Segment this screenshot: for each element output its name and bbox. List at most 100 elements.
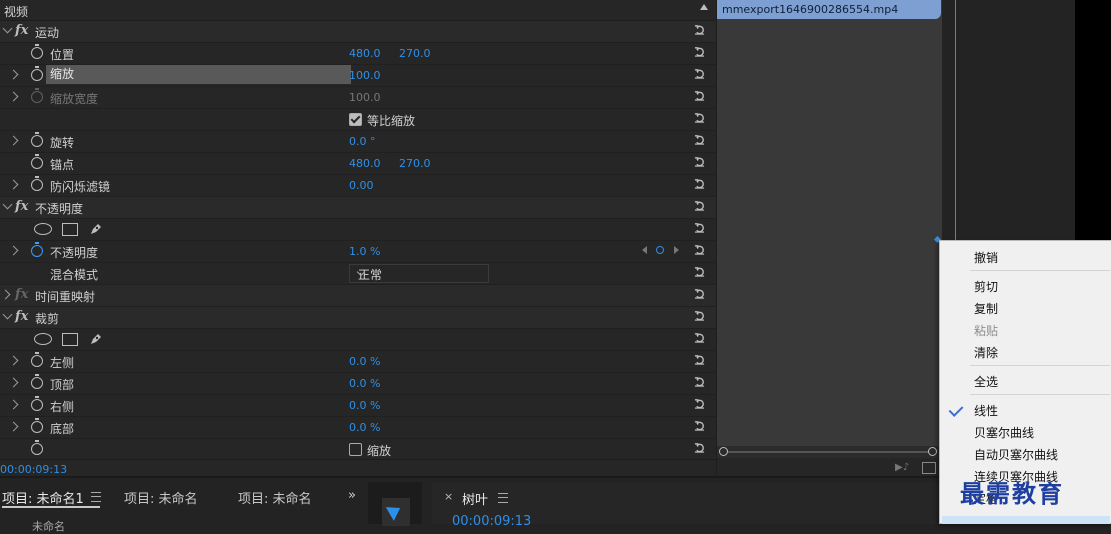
collapse-up-icon[interactable] — [700, 4, 708, 10]
scrollbar-left-handle[interactable] — [719, 447, 728, 456]
stopwatch-icon[interactable] — [31, 352, 43, 367]
twirl-closed-icon[interactable] — [8, 399, 19, 410]
menu-item[interactable]: 剪切 — [974, 278, 998, 295]
tab-project-1[interactable]: 项目: 未命名1 — [2, 488, 84, 507]
pen-mask-icon[interactable] — [88, 221, 104, 237]
effect-param-row[interactable]: 等比缩放 — [0, 109, 716, 131]
twirl-closed-icon[interactable] — [8, 245, 19, 256]
tab-project-3[interactable]: 项目: 未命名 — [238, 488, 312, 507]
stopwatch-icon[interactable] — [31, 440, 43, 455]
stopwatch-icon[interactable] — [31, 132, 43, 147]
stopwatch-icon[interactable] — [31, 396, 43, 411]
param-value-2[interactable]: 270.0 — [399, 157, 431, 170]
scrollbar-right-handle[interactable] — [928, 447, 937, 456]
reset-parameter-icon[interactable] — [694, 90, 705, 101]
effect-param-row[interactable]: 旋转 0.0 ° — [0, 131, 716, 153]
effect-param-row[interactable]: 混合模式 正常 — [0, 263, 716, 285]
previous-keyframe-icon[interactable] — [642, 246, 647, 254]
effect-timeline-area[interactable]: mmexport1646900286554.mp4 ▶♪ — [716, 0, 943, 476]
reset-parameter-icon[interactable] — [694, 420, 705, 431]
timeline-zoom-scrollbar[interactable] — [717, 446, 943, 458]
effect-param-row[interactable] — [0, 219, 716, 241]
next-keyframe-icon[interactable] — [674, 246, 679, 254]
video-section-header[interactable]: 视频 — [0, 0, 716, 21]
twirl-open-icon[interactable] — [2, 199, 13, 210]
effect-section-row[interactable]: fx 时间重映射 — [0, 285, 716, 307]
stopwatch-icon[interactable] — [31, 44, 43, 59]
audio-scrub-icon[interactable]: ▶♪ — [895, 462, 909, 473]
stopwatch-icon[interactable] — [31, 176, 43, 191]
effect-param-row[interactable]: 锚点 480.0 270.0 — [0, 153, 716, 175]
twirl-open-icon[interactable] — [2, 309, 13, 320]
twirl-closed-icon[interactable] — [8, 179, 19, 190]
twirl-closed-icon[interactable] — [8, 377, 19, 388]
tab-project-2[interactable]: 项目: 未命名 — [124, 488, 198, 507]
effect-section-row[interactable]: fx 运动 — [0, 21, 716, 43]
param-value[interactable]: 100.0 — [349, 91, 381, 104]
project-item[interactable]: 未命名 — [32, 518, 65, 534]
clip-bar[interactable]: mmexport1646900286554.mp4 — [717, 0, 941, 19]
stopwatch-icon[interactable] — [31, 88, 43, 103]
fx-toggle-icon[interactable]: fx — [15, 23, 28, 38]
reset-parameter-icon[interactable] — [694, 200, 705, 211]
ellipse-mask-icon[interactable] — [34, 223, 52, 235]
effect-param-row[interactable]: 顶部 0.0 % — [0, 373, 716, 395]
stopwatch-icon[interactable] — [31, 66, 43, 81]
reset-parameter-icon[interactable] — [694, 354, 705, 365]
reset-parameter-icon[interactable] — [694, 68, 705, 79]
menu-item[interactable]: 清除 — [974, 344, 998, 361]
fx-toggle-icon[interactable]: fx — [15, 309, 28, 324]
reset-parameter-icon[interactable] — [694, 376, 705, 387]
blend-mode-select[interactable]: 正常 — [349, 264, 489, 283]
reset-parameter-icon[interactable] — [694, 398, 705, 409]
effect-param-row[interactable]: 不透明度 1.0 % — [0, 241, 716, 263]
reset-parameter-icon[interactable] — [694, 46, 705, 57]
param-value[interactable]: 100.0 — [349, 69, 381, 82]
effect-param-row[interactable]: 缩放 100.0 — [0, 65, 716, 87]
reset-parameter-icon[interactable] — [694, 266, 705, 277]
close-sequence-icon[interactable]: × — [444, 490, 453, 503]
menu-item[interactable]: 贝塞尔曲线 — [974, 424, 1034, 441]
reset-parameter-icon[interactable] — [694, 178, 705, 189]
fx-toggle-icon[interactable]: fx — [15, 287, 28, 302]
more-tabs-icon[interactable]: » — [348, 488, 356, 503]
param-value-2[interactable]: 270.0 — [399, 47, 431, 60]
effect-param-row[interactable] — [0, 329, 716, 351]
param-value[interactable]: 0.0 % — [349, 355, 380, 368]
twirl-closed-icon[interactable] — [8, 69, 19, 80]
sequence-menu-icon[interactable] — [498, 493, 508, 503]
param-value[interactable]: 480.0 — [349, 47, 381, 60]
param-value[interactable]: 1.0 % — [349, 245, 380, 258]
effect-param-row[interactable]: 防闪烁滤镜 0.00 — [0, 175, 716, 197]
twirl-closed-icon[interactable] — [8, 135, 19, 146]
effect-param-row[interactable]: 位置 480.0 270.0 — [0, 43, 716, 65]
twirl-closed-icon[interactable] — [8, 355, 19, 366]
stopwatch-icon[interactable] — [31, 418, 43, 433]
reset-parameter-icon[interactable] — [694, 288, 705, 299]
param-value[interactable]: 0.0 % — [349, 421, 380, 434]
twirl-closed-icon[interactable] — [8, 91, 19, 102]
ellipse-mask-icon[interactable] — [34, 333, 52, 345]
effect-param-row[interactable]: 缩放宽度 100.0 — [0, 87, 716, 109]
sequence-tab[interactable]: 树叶 — [462, 489, 488, 508]
reset-parameter-icon[interactable] — [694, 310, 705, 321]
reset-parameter-icon[interactable] — [694, 24, 705, 35]
current-timecode[interactable]: 00:00:09:13 — [0, 463, 67, 476]
add-keyframe-icon[interactable] — [656, 246, 664, 254]
param-value[interactable]: 480.0 — [349, 157, 381, 170]
reset-parameter-icon[interactable] — [694, 332, 705, 343]
reset-parameter-icon[interactable] — [694, 156, 705, 167]
fx-toggle-icon[interactable]: fx — [15, 199, 28, 214]
rectangle-mask-icon[interactable] — [62, 223, 78, 236]
twirl-open-icon[interactable] — [2, 23, 13, 34]
stopwatch-icon[interactable] — [31, 154, 43, 169]
reset-parameter-icon[interactable] — [694, 442, 705, 453]
stopwatch-icon[interactable] — [31, 374, 43, 389]
effect-param-row[interactable]: 缩放 — [0, 439, 716, 461]
stopwatch-icon[interactable] — [31, 242, 43, 257]
export-frame-icon[interactable] — [922, 462, 936, 474]
twirl-closed-icon[interactable] — [8, 421, 19, 432]
menu-item[interactable]: 自动贝塞尔曲线 — [974, 446, 1058, 463]
param-value[interactable]: 0.0 % — [349, 377, 380, 390]
effect-param-row[interactable]: 底部 0.0 % — [0, 417, 716, 439]
